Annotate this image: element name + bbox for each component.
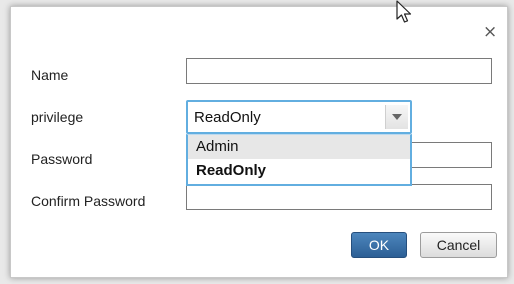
mouse-pointer-icon <box>396 0 412 23</box>
privilege-option-admin[interactable]: Admin <box>188 135 410 159</box>
name-label: Name <box>31 67 69 83</box>
dropdown-arrow-icon[interactable] <box>385 105 408 129</box>
privilege-select[interactable]: ReadOnly <box>186 100 412 134</box>
privilege-label: privilege <box>31 109 84 125</box>
name-input[interactable] <box>186 58 492 84</box>
privilege-selected-value: ReadOnly <box>194 109 261 126</box>
ok-button[interactable]: OK <box>351 232 407 258</box>
password-label: Password <box>31 151 93 167</box>
privilege-option-readonly[interactable]: ReadOnly <box>188 159 410 183</box>
close-icon[interactable]: × <box>483 24 497 41</box>
confirm-password-input[interactable] <box>186 184 492 210</box>
privilege-options-list: Admin ReadOnly <box>186 134 412 186</box>
add-user-dialog: × Name privilege ReadOnly Admin ReadOnly… <box>10 6 508 278</box>
cancel-button[interactable]: Cancel <box>420 232 497 258</box>
confirm-password-label: Confirm Password <box>31 193 146 209</box>
